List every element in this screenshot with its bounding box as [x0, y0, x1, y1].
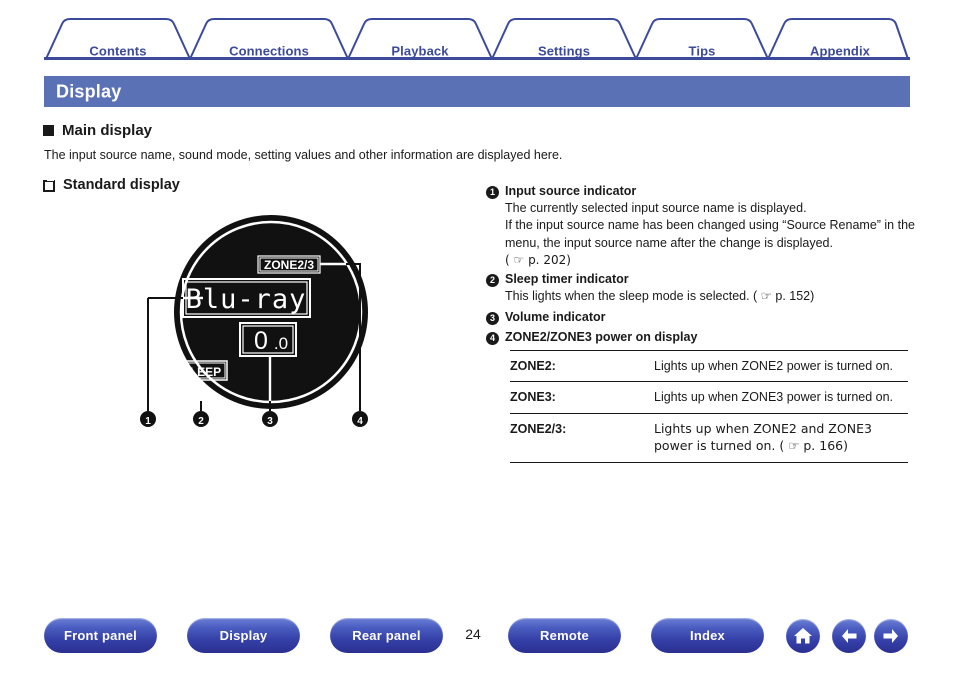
page-title: Display [56, 81, 122, 101]
table-row: ZONE2: Lights up when ZONE2 power is tur… [510, 349, 908, 382]
arrow-right-icon [883, 629, 898, 643]
back-button[interactable] [832, 619, 866, 653]
callout-item-1: 1 Input source indicator [486, 184, 916, 199]
callout-item-4: 4 ZONE2/ZONE3 power on display [486, 330, 916, 345]
display-illustration: ZONE2/3 Blu-ray 0 .0 SLEEP 1 2 3 4 [130, 205, 390, 435]
arrow-left-icon [842, 629, 857, 643]
callout-body-2a[interactable]: This lights when the sleep mode is selec… [505, 288, 916, 305]
callout-title-1: Input source indicator [505, 184, 637, 198]
callout-body-1a: The currently selected input source name… [505, 201, 807, 215]
display-diagram: ZONE2/3 Blu-ray 0 .0 SLEEP 1 2 3 4 [140, 215, 368, 427]
page-title-banner: Display [44, 76, 910, 107]
hollow-square-bullet-icon [43, 178, 55, 192]
callout-title-4: ZONE2/ZONE3 power on display [505, 329, 698, 344]
tab-shapes [45, 18, 909, 60]
footer-button-front-panel[interactable]: Front panel [44, 618, 157, 653]
svg-text:.0: .0 [274, 334, 288, 353]
callout-item-2: 2 Sleep timer indicator [486, 272, 916, 288]
svg-text:2: 2 [198, 416, 204, 427]
top-tab-bar[interactable]: Contents Connections Playback Settings T… [44, 18, 910, 60]
zone-key-3: ZONE2/3: [510, 413, 654, 464]
svg-text:ZONE2/3: ZONE2/3 [264, 258, 314, 272]
callout-title-3: Volume indicator [505, 309, 606, 324]
svg-text:Blu-ray: Blu-ray [186, 284, 307, 315]
zone-power-table: ZONE2: Lights up when ZONE2 power is tur… [510, 349, 908, 464]
footer-button-remote[interactable]: Remote [508, 618, 621, 653]
zone-desc-1: Lights up when ZONE2 power is turned on. [654, 349, 908, 382]
table-row: ZONE2/3: Lights up when ZONE2 and ZONE3 … [510, 413, 908, 464]
svg-text:4: 4 [357, 416, 363, 427]
zone-key-1: ZONE2: [510, 349, 654, 382]
callout-descriptions: 1 Input source indicator The currently s… [486, 184, 916, 464]
forward-button[interactable] [874, 619, 908, 653]
svg-text:1: 1 [145, 416, 151, 427]
page-number: 24 [465, 626, 481, 642]
callout-body-1b: If the input source name has been change… [505, 218, 915, 250]
tab-bar-rule [44, 57, 910, 60]
heading-standard-display: Standard display [43, 177, 180, 193]
heading-standard-display-label: Standard display [63, 177, 180, 193]
footer-button-display[interactable]: Display [187, 618, 300, 653]
callout-title-2: Sleep timer indicator [505, 272, 629, 287]
zone-desc-2: Lights up when ZONE3 power is turned on. [654, 381, 908, 414]
heading-main-display: Main display [43, 122, 152, 139]
svg-text:SLEEP: SLEEP [182, 365, 221, 379]
svg-text:3: 3 [267, 416, 273, 427]
callout-ref-1[interactable]: ( ☞ p. 202) [505, 252, 916, 269]
footer-button-index[interactable]: Index [651, 618, 764, 653]
callout-number-1: 1 [486, 186, 499, 199]
svg-text:0: 0 [254, 327, 268, 355]
square-bullet-icon [43, 125, 54, 136]
zone-key-2: ZONE3: [510, 381, 654, 414]
zone-desc-3[interactable]: Lights up when ZONE2 and ZONE3 power is … [654, 413, 908, 464]
callout-number-2: 2 [486, 274, 499, 288]
callout-number-4: 4 [486, 331, 499, 345]
intro-paragraph: The input source name, sound mode, setti… [44, 148, 563, 162]
home-button[interactable] [786, 619, 820, 653]
callout-item-3: 3 Volume indicator [486, 310, 916, 325]
heading-main-display-label: Main display [62, 122, 153, 139]
table-row: ZONE3: Lights up when ZONE3 power is tur… [510, 381, 908, 414]
callout-number-3: 3 [486, 311, 499, 325]
home-icon [794, 628, 812, 644]
footer-button-rear-panel[interactable]: Rear panel [330, 618, 443, 653]
